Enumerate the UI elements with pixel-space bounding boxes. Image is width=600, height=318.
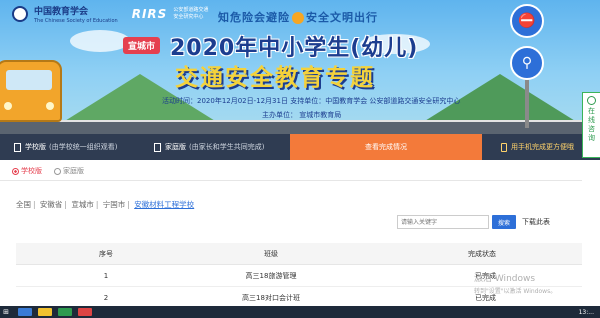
school-bus-icon [0, 60, 62, 122]
divider [0, 180, 582, 181]
tab-family[interactable]: 家庭版 [54, 166, 84, 176]
breadcrumb-item[interactable]: 宣城市 [71, 200, 94, 209]
consult-char: 询 [588, 134, 595, 142]
org1-sub: The Chinese Society of Education [34, 18, 118, 24]
edition-tabs: 学校版 家庭版 [12, 166, 84, 176]
cell-index: 1 [103, 271, 109, 280]
windows-start-icon[interactable]: ⊞ [0, 306, 12, 318]
bicycle-sign-icon: ⚲ [510, 46, 544, 80]
app-taskbar-icon[interactable] [58, 308, 72, 316]
header-logos: 中国教育学会 The Chinese Society of Education … [12, 4, 208, 24]
cell-index: 2 [103, 293, 109, 302]
banner: 中国教育学会 The Chinese Society of Education … [0, 0, 600, 134]
watermark-title: 激活 Windows [474, 274, 536, 284]
org2-sub-1: 公安部道路交通 [173, 7, 209, 13]
tab-school-label: 学校版 [21, 167, 42, 175]
nav-school-hint: (由学校统一组织观看) [49, 143, 118, 151]
breadcrumb: 全国 | 安徽省 | 宣城市 | 宁国市 | 安徽材料工程学校 [16, 200, 195, 209]
phone-icon [501, 142, 507, 152]
download-table-link[interactable]: 下载此表 [522, 217, 550, 227]
consult-char: 咨 [588, 125, 595, 133]
tab-family-label: 家庭版 [63, 167, 84, 175]
radio-unchecked-icon [54, 167, 61, 175]
search-input[interactable] [397, 215, 489, 229]
watermark-sub: 转到"设置"以激活 Windows。 [474, 288, 557, 295]
chat-icon [587, 96, 596, 105]
org2-sub-2: 安全研究中心 [173, 14, 204, 20]
folder-taskbar-icon[interactable] [38, 308, 52, 316]
road [0, 120, 600, 134]
nav-view-progress[interactable]: 查看完成情况 [290, 134, 482, 160]
page-title-line2: 交通安全教育专题 [175, 65, 375, 91]
col-header-class: 班级 [264, 249, 278, 258]
table-header: 序号 班级 完成状态 [16, 243, 582, 265]
slogan-right: 安全文明出行 [306, 11, 378, 24]
slogan-left: 知危险会避险 [218, 11, 290, 24]
col-header-index: 序号 [99, 249, 113, 258]
cell-class: 高三18旅游管理 [245, 271, 297, 280]
document-icon [154, 142, 161, 152]
radio-checked-icon [12, 167, 19, 175]
activity-info: 活动时间：2020年12月02日-12月31日 支持单位：中国教育学会 公安部道… [162, 97, 461, 105]
nav-family-hint: (由家长和学生共同完成) [189, 143, 265, 151]
online-consult-button[interactable]: 在 线 咨 询 [582, 92, 600, 158]
search-button[interactable]: 搜索 [492, 215, 516, 229]
browser-taskbar-icon[interactable] [18, 308, 32, 316]
main-nav: 学校版 (由学校统一组织观看) 家庭版 (由家长和学生共同完成) 查看完成情况 … [0, 134, 600, 160]
nav-mobile-label: 用手机完成更方便哦 [511, 143, 574, 151]
consult-char: 在 [588, 107, 595, 115]
sign-post [525, 80, 529, 128]
cse-logo-icon [12, 6, 28, 22]
no-car-sign-icon: ⛔ [510, 4, 544, 38]
cell-class: 高三18对口会计班 [242, 293, 300, 302]
org2-name: RIRS [131, 7, 168, 21]
windows-activation-watermark: 激活 Windows 转到"设置"以激活 Windows。 [474, 271, 556, 295]
org1-name: 中国教育学会 [34, 7, 89, 17]
slogan: 知危险会避险 安全文明出行 [218, 9, 378, 25]
nav-family-edition[interactable]: 家庭版 (由家长和学生共同完成) [140, 134, 290, 160]
breadcrumb-item[interactable]: 安徽省 [40, 200, 63, 209]
breadcrumb-item[interactable]: 宁国市 [103, 200, 126, 209]
taskbar-clock: 13:... [578, 308, 594, 316]
nav-school-label: 学校版 [25, 143, 46, 151]
host-info: 主办单位： 宣城市教育局 [262, 111, 342, 119]
app-taskbar-icon[interactable] [78, 308, 92, 316]
nav-school-edition[interactable]: 学校版 (由学校统一组织观看) [0, 134, 140, 160]
cloud [70, 30, 130, 52]
slogan-mascot-icon [292, 12, 304, 24]
tab-school[interactable]: 学校版 [12, 166, 42, 176]
breadcrumb-item[interactable]: 全国 [16, 200, 31, 209]
breadcrumb-current[interactable]: 安徽材料工程学校 [134, 200, 194, 209]
taskbar: ⊞ 13:... [0, 306, 600, 318]
consult-char: 线 [588, 116, 595, 124]
document-icon [14, 142, 21, 152]
city-tag: 宣城市 [123, 37, 161, 54]
nav-family-label: 家庭版 [165, 143, 186, 151]
col-header-status: 完成状态 [468, 249, 496, 258]
